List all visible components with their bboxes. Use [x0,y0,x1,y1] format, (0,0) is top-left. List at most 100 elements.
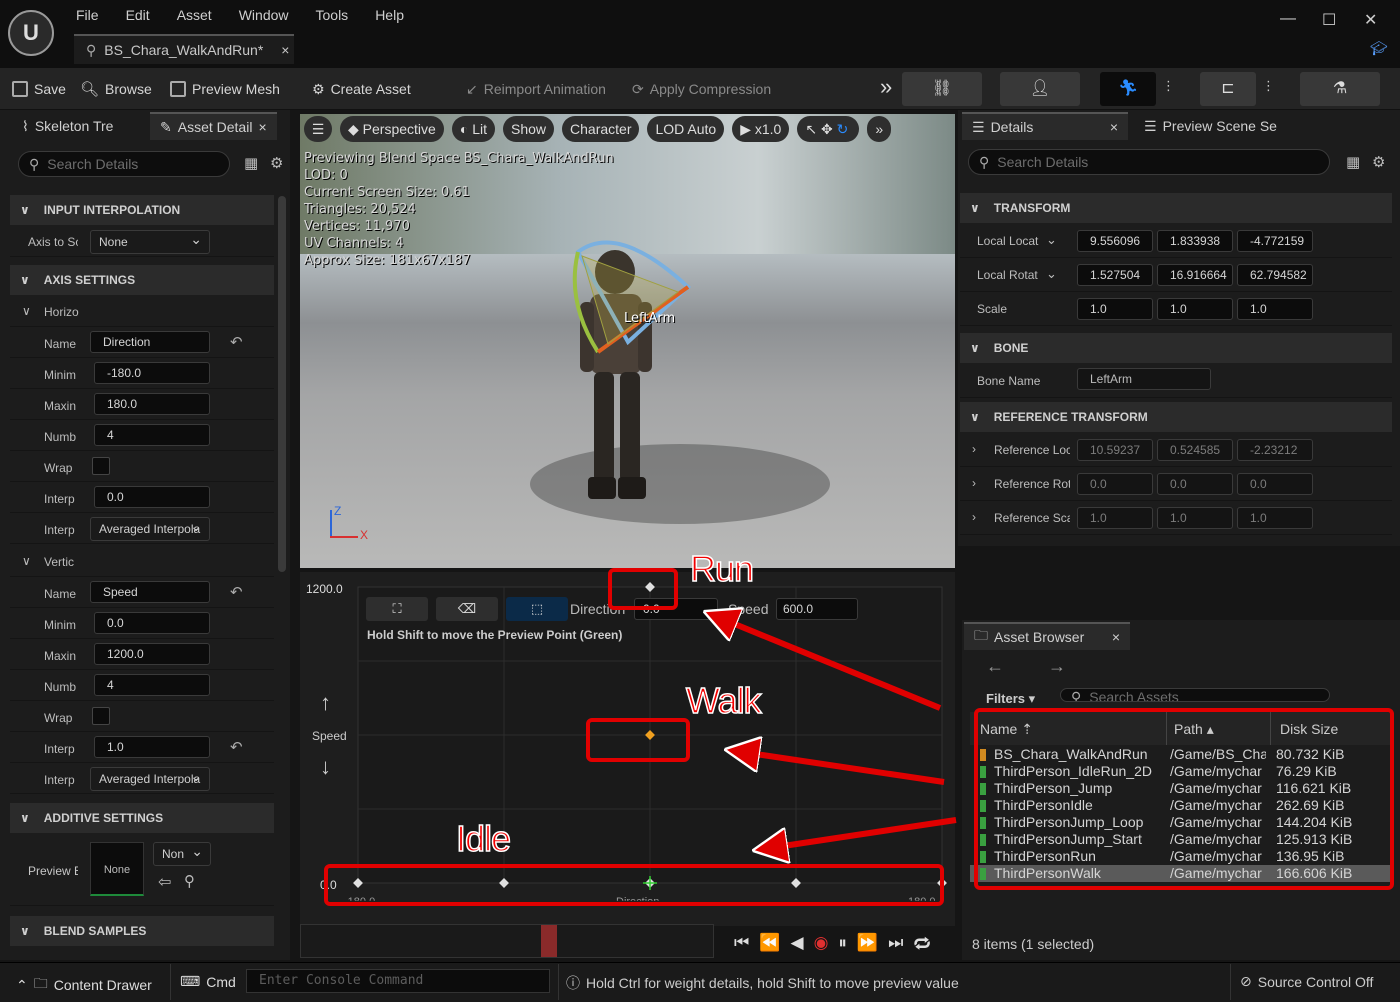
v-wrap-checkbox[interactable] [92,707,110,725]
v-max-field[interactable]: 1200.0 [94,643,210,665]
preview-base-dropdown[interactable]: Non [153,842,211,866]
transform-y-field[interactable]: 1.833938 [1157,230,1233,252]
chevron-down-icon[interactable]: ⌄ [1046,266,1057,282]
transform-y-field[interactable]: 1.0 [1157,298,1233,320]
more-icon-2[interactable]: ⋮ [1262,78,1275,94]
reset-icon[interactable]: ↶ [230,583,243,601]
gear-icon[interactable]: ⚙ [1372,153,1385,171]
chevron-right-icon[interactable]: › [972,442,976,456]
overflow-chevron-icon[interactable]: » [880,74,892,100]
transform-x-field[interactable]: 1.0 [1077,298,1153,320]
filters-button[interactable]: Filters ▾ [986,691,1035,703]
transform-z-field[interactable]: -4.772159 [1237,230,1313,252]
transform-z-field[interactable]: 1.0 [1237,298,1313,320]
preview-base-thumbnail[interactable]: None [90,842,144,896]
section-blend-samples[interactable]: ∨ BLEND SAMPLES [10,916,274,946]
rotate-icon[interactable]: ↻ [837,121,849,137]
v-interp-type-dropdown[interactable]: Averaged Interpola [90,767,210,791]
transform-x-field[interactable]: 9.556096 [1077,230,1153,252]
show-button[interactable]: Show [502,116,555,142]
chevron-down-icon[interactable]: ⌄ [1046,232,1057,248]
close-icon[interactable]: × [281,42,289,58]
v-grid-divisions-field[interactable]: 4 [94,674,210,696]
skip-to-start-icon[interactable]: ⏮ [734,933,749,953]
more-icon[interactable]: ⋮ [1162,78,1175,94]
horizontal-axis-row[interactable]: ∨ Horizo [10,296,274,327]
scrollbar[interactable] [278,196,286,572]
transform-tools[interactable]: ↖ ✥ ↻ [797,116,860,142]
pause-icon[interactable]: ⏸ [838,933,847,953]
h-interp-type-dropdown[interactable]: Averaged Interpola [90,517,210,541]
graduation-cap-icon[interactable]: 🎓︎ [1370,40,1388,57]
timeline-scrubber[interactable] [541,925,557,957]
details-search-input[interactable]: ⚲ Search Details [968,149,1330,175]
reset-icon[interactable]: ↶ [230,333,243,351]
menu-asset[interactable]: Asset [177,7,212,23]
grid-view-icon[interactable]: ▦ [244,154,258,172]
step-back-icon[interactable]: ⏪ [759,933,780,953]
menu-tools[interactable]: Tools [316,7,349,23]
apply-compression-button[interactable]: ⟳ Apply Compression [632,68,771,110]
v-name-field[interactable]: Speed [90,581,210,603]
tab-skeleton-tree[interactable]: ⌇ Skeleton Tre [12,112,123,140]
content-drawer-button[interactable]: ⌃ 🗀︎ Content Drawer [16,973,152,997]
character-button[interactable]: Character [562,116,640,142]
physics-mode-button[interactable]: ⚗ [1300,72,1380,106]
tab-asset-details[interactable]: ✎ Asset Detail × [150,112,277,140]
console-input[interactable]: Enter Console Command [246,969,550,993]
maximize-icon[interactable]: ☐ [1322,10,1336,30]
loop-icon[interactable]: 🔁︎ [913,930,930,956]
section-reference-transform[interactable]: ∨ REFERENCE TRANSFORM [960,402,1392,432]
search-input[interactable]: ⚲ Search Details [18,151,230,177]
section-input-interpolation[interactable]: ∨ INPUT INTERPOLATION [10,195,274,225]
h-max-field[interactable]: 180.0 [94,393,210,415]
h-min-field[interactable]: -180.0 [94,362,210,384]
back-arrow-icon[interactable]: ← [986,656,1004,677]
skeleton-mode-button[interactable]: ⛓ [902,72,982,106]
transform-x-field[interactable]: 1.527504 [1077,264,1153,286]
playback-speed-button[interactable]: ▶ x1.0 [732,116,790,142]
v-min-field[interactable]: 0.0 [94,612,210,634]
close-window-icon[interactable]: ✕ [1364,10,1377,30]
animation-mode-button[interactable]: 🏃︎ [1100,72,1156,106]
tab-asset-browser[interactable]: 🗀︎ Asset Browser × [964,622,1130,650]
cmd-button[interactable]: ⌨ Cmd [180,973,236,990]
tab-details[interactable]: ☰ Details × [962,112,1128,140]
fit-view-button[interactable]: ⛶ [366,597,428,621]
close-icon[interactable]: × [1112,629,1120,645]
preview-mesh-button[interactable]: Preview Mesh [170,68,280,110]
save-button[interactable]: Save [12,68,66,110]
hamburger-menu-icon[interactable]: ☰ [304,116,332,142]
viewport[interactable]: LeftArm Previewing Blend Space BS_Chara_… [300,114,955,568]
select-icon[interactable]: ↖ [805,121,817,137]
record-icon[interactable]: ◉ [814,933,829,953]
asset-search-input[interactable]: ⚲ Search Assets [1060,688,1330,702]
speed-field[interactable]: 600.0 [776,598,858,620]
v-interp-time-field[interactable]: 1.0 [94,736,210,758]
menu-window[interactable]: Window [239,7,289,23]
menu-file[interactable]: File [76,7,99,23]
blueprint-mode-button[interactable]: ⊏ [1200,72,1256,106]
mesh-mode-button[interactable]: 👤︎ [1000,72,1080,106]
transform-z-field[interactable]: 62.794582 [1237,264,1313,286]
reimport-animation-button[interactable]: ↙ Reimport Animation [466,68,606,110]
use-selected-icon[interactable]: ⇦ [158,872,171,892]
gear-icon[interactable]: ⚙ [270,154,283,172]
forward-arrow-icon[interactable]: → [1048,656,1066,677]
h-interp-time-field[interactable]: 0.0 [94,486,210,508]
section-axis-settings[interactable]: ∨ AXIS SETTINGS [10,265,274,295]
grid-view-icon[interactable]: ▦ [1346,153,1360,171]
timeline[interactable] [300,924,714,958]
toggle-triangulation-button[interactable]: ⌫ [436,597,498,621]
toggle-labels-button[interactable]: ⬚ [506,597,568,621]
chevron-right-icon[interactable]: › [972,510,976,524]
h-name-field[interactable]: Direction [90,331,210,353]
browse-asset-icon[interactable]: ⚲ [184,872,195,890]
source-control-button[interactable]: ⊘ Source Control Off [1240,973,1373,990]
section-transform[interactable]: ∨ TRANSFORM [960,193,1392,223]
section-bone[interactable]: ∨ BONE [960,333,1392,363]
h-wrap-checkbox[interactable] [92,457,110,475]
skip-to-end-icon[interactable]: ⏭ [888,933,903,953]
section-additive-settings[interactable]: ∨ ADDITIVE SETTINGS [10,803,274,833]
vertical-axis-row[interactable]: ∨ Vertic [10,546,274,577]
